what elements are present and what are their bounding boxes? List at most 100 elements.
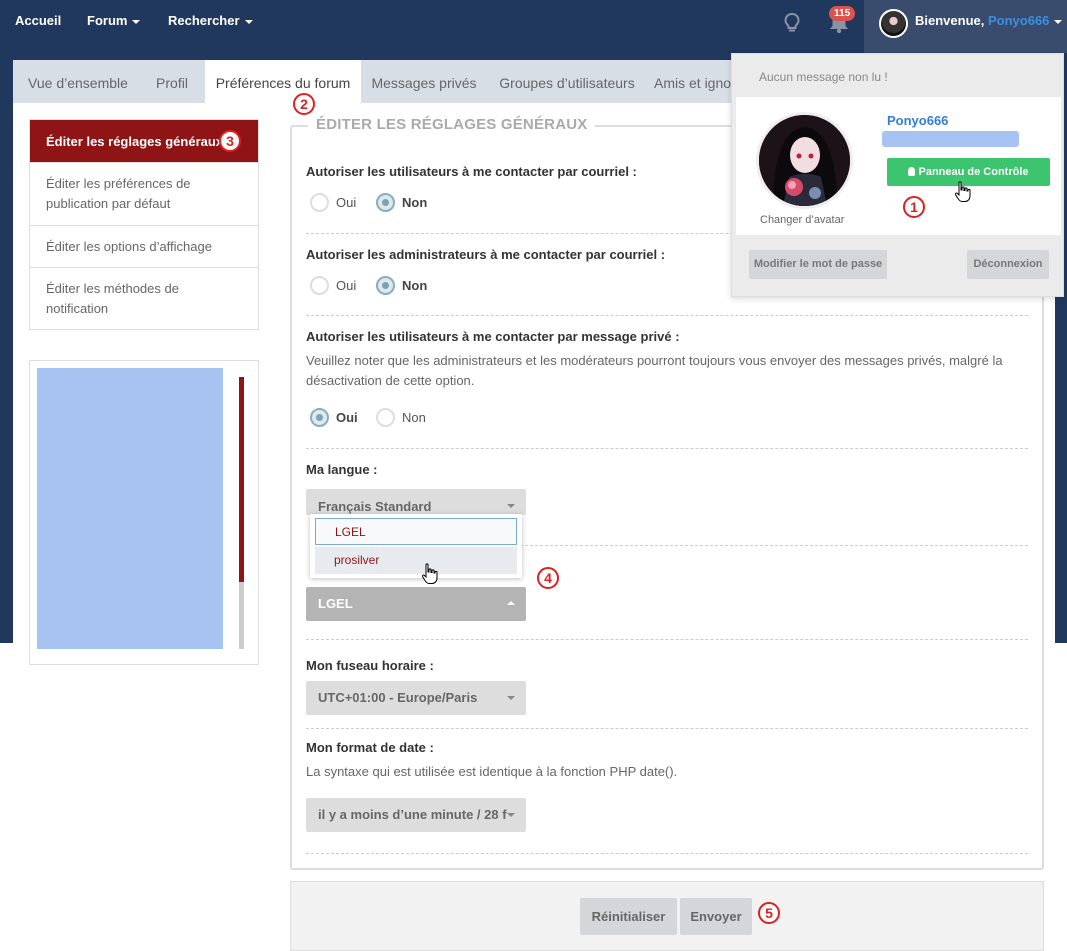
tab-profile[interactable]: Profil: [146, 60, 198, 103]
sidebar-item-display-options[interactable]: Éditer les options d’affichage: [30, 225, 258, 267]
radio-label: Oui: [336, 195, 357, 210]
divider: [306, 448, 1028, 449]
notification-count-badge: 115: [829, 6, 856, 21]
dropdown-option-lgel[interactable]: LGEL: [315, 518, 517, 545]
timezone-select-value: UTC+01:00 - Europe/Paris: [318, 690, 478, 705]
style-select[interactable]: LGEL: [306, 587, 526, 621]
nav-forum[interactable]: Forum: [87, 13, 141, 28]
chevron-down-icon: [244, 19, 253, 24]
sidebar-widget: [29, 360, 259, 665]
scrollbar[interactable]: [239, 377, 244, 649]
logout-button[interactable]: Déconnexion: [967, 250, 1049, 279]
fieldset-legend: ÉDITER LES RÉGLAGES GÉNÉRAUX: [308, 116, 596, 133]
email-admins-yes-radio[interactable]: Oui: [310, 276, 356, 295]
chevron-down-icon: [507, 813, 515, 817]
radio-label: Non: [402, 278, 428, 293]
divider: [306, 853, 1028, 854]
nav-search-label: Rechercher: [168, 13, 240, 28]
email-users-no-radio[interactable]: Non: [376, 193, 427, 212]
radio-circle: [310, 193, 329, 212]
date-format-label: Mon format de date :: [306, 740, 434, 755]
date-format-select-value: il y a moins d’une minute / 28 f: [318, 807, 507, 822]
redacted-bar: [882, 131, 1019, 147]
tab-friends-foes[interactable]: Amis et igno: [654, 60, 736, 103]
radio-circle: [310, 276, 329, 295]
tab-private-messages[interactable]: Messages privés: [368, 60, 480, 103]
welcome-text: Bienvenue, Ponyo666: [915, 13, 1063, 28]
style-dropdown-menu: LGEL prosilver: [310, 514, 522, 578]
language-label: Ma langue :: [306, 462, 378, 477]
tab-user-groups[interactable]: Groupes d’utilisateurs: [494, 60, 640, 103]
pm-users-note: Veuillez noter que les administrateurs e…: [306, 353, 1003, 388]
change-password-button[interactable]: Modifier le mot de passe: [749, 250, 887, 279]
chevron-down-icon: [507, 504, 515, 508]
profile-avatar[interactable]: [756, 112, 853, 209]
email-users-yes-radio[interactable]: Oui: [310, 193, 356, 212]
submit-button[interactable]: Envoyer: [680, 898, 752, 935]
tab-forum-preferences[interactable]: Préférences du forum: [205, 60, 361, 103]
welcome-username: Ponyo666: [987, 13, 1050, 28]
nav-home[interactable]: Accueil: [15, 13, 61, 28]
email-users-label: Autoriser les utilisateurs à me contacte…: [306, 164, 637, 179]
divider: [306, 315, 1028, 316]
radio-circle: [310, 408, 329, 427]
pm-users-no-radio[interactable]: Non: [376, 408, 426, 427]
chevron-up-icon: [507, 601, 515, 605]
change-avatar-link[interactable]: Changer d’avatar: [760, 214, 844, 226]
pm-users-label: Autoriser les utilisateurs à me contacte…: [306, 329, 680, 344]
no-unread-messages: Aucun message non lu !: [759, 70, 888, 84]
step-marker-1: 1: [903, 196, 925, 218]
step-marker-2: 2: [293, 93, 315, 115]
top-navbar: Accueil Forum Rechercher 115 Bienvenue, …: [0, 0, 1067, 53]
reset-button[interactable]: Réinitialiser: [580, 898, 677, 935]
tab-overview[interactable]: Vue d’ensemble: [20, 60, 136, 103]
scrollbar-thumb[interactable]: [239, 377, 244, 582]
dropdown-option-prosilver[interactable]: prosilver: [315, 547, 517, 574]
user-menu-toggle[interactable]: Bienvenue, Ponyo666: [864, 0, 1067, 53]
step-marker-5: 5: [758, 902, 780, 924]
style-select-value: LGEL: [318, 596, 353, 611]
divider: [306, 639, 1028, 640]
sidebar-item-label: Éditer les options d’affichage: [46, 239, 212, 254]
welcome-label: Bienvenue,: [915, 13, 985, 28]
radio-circle: [376, 408, 395, 427]
nav-forum-label: Forum: [87, 13, 128, 28]
email-admins-label: Autoriser les administrateurs à me conta…: [306, 247, 666, 262]
divider: [520, 545, 1028, 546]
sidebar-item-label: Éditer les préférences de publication pa…: [46, 176, 191, 211]
date-format-note: La syntaxe qui est utilisée est identiqu…: [306, 764, 678, 779]
email-admins-no-radio[interactable]: Non: [376, 276, 427, 295]
radio-circle: [376, 276, 395, 295]
user-icon: [908, 167, 916, 176]
user-dropdown-panel: Aucun message non lu ! Changer d’avatar …: [731, 53, 1064, 297]
user-panel-body: Changer d’avatar Ponyo666 Panneau de Con…: [736, 97, 1061, 235]
pm-users-yes-radio[interactable]: Oui: [310, 408, 358, 427]
language-select-value: Français Standard: [318, 499, 432, 514]
lightbulb-icon[interactable]: [784, 13, 800, 35]
chevron-down-icon: [1054, 19, 1063, 24]
sidebar-item-label: Éditer les réglages généraux: [46, 134, 224, 149]
avatar: [879, 9, 908, 38]
hand-cursor-icon: [954, 181, 971, 202]
timezone-label: Mon fuseau horaire :: [306, 658, 434, 673]
chevron-down-icon: [507, 696, 515, 700]
hand-cursor-icon: [421, 563, 438, 584]
chevron-down-icon: [132, 19, 141, 24]
step-marker-4: 4: [537, 567, 559, 589]
sidebar-item-notification-methods[interactable]: Éditer les méthodes de notification: [30, 267, 258, 329]
redacted-block: [37, 368, 223, 649]
nav-search[interactable]: Rechercher: [168, 13, 253, 28]
control-panel-label: Panneau de Contrôle: [918, 166, 1029, 178]
date-format-select[interactable]: il y a moins d’une minute / 28 f: [306, 798, 526, 832]
panel-username[interactable]: Ponyo666: [887, 113, 948, 128]
avatar-image: [759, 115, 850, 206]
timezone-select[interactable]: UTC+01:00 - Europe/Paris: [306, 681, 526, 715]
divider: [306, 728, 1028, 729]
radio-label: Non: [402, 195, 428, 210]
radio-circle: [376, 193, 395, 212]
language-select[interactable]: Français Standard: [306, 489, 526, 515]
radio-label: Oui: [336, 278, 357, 293]
sidebar-item-label: Éditer les méthodes de notification: [46, 281, 179, 316]
radio-label: Non: [402, 410, 426, 425]
sidebar-item-posting-defaults[interactable]: Éditer les préférences de publication pa…: [30, 162, 258, 225]
